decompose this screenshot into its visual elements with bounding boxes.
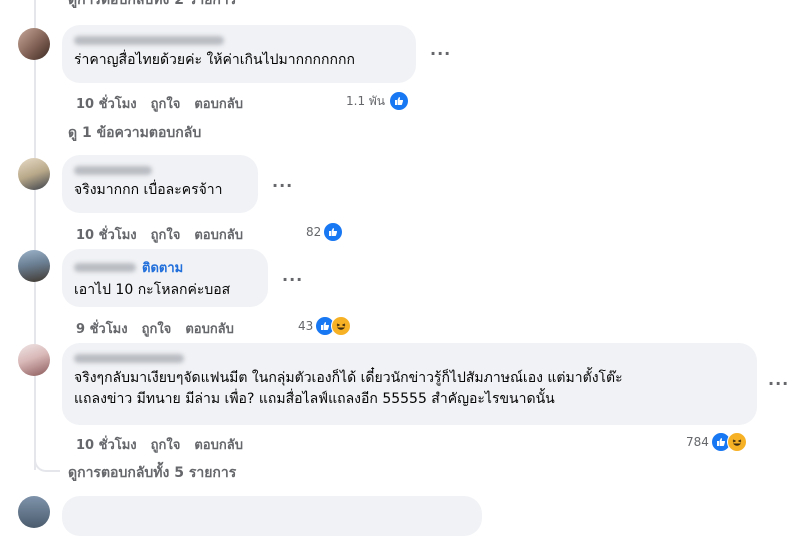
comment-actions: 10 ชั่วโมง ถูกใจ ตอบกลับ [76,93,257,114]
haha-reaction-icon [331,316,352,336]
avatar[interactable] [18,344,50,376]
more-options-icon[interactable]: ··· [768,374,789,393]
avatar[interactable] [18,496,50,528]
reaction-summary[interactable]: 82 [306,222,344,242]
more-options-icon[interactable]: ··· [282,270,303,289]
reply-button[interactable]: ตอบกลับ [194,228,243,243]
like-button[interactable]: ถูกใจ [151,438,181,453]
comment-actions: 10 ชั่วโมง ถูกใจ ตอบกลับ [76,224,257,245]
commenter-name[interactable] [74,263,136,272]
like-button[interactable]: ถูกใจ [142,322,172,337]
commenter-name[interactable] [74,36,224,45]
comment-bubble: จริงๆกลับมาเงียบๆจัดแฟนมีต ในกลุ่มตัวเอง… [62,343,757,425]
commenter-name[interactable] [74,166,152,175]
comment-time[interactable]: 10 ชั่วโมง [76,97,137,112]
like-reaction-icon [323,222,344,242]
reaction-summary[interactable]: 1.1 พัน [346,91,410,111]
view-replies-link[interactable]: ดู 1 ข้อความตอบกลับ [68,122,201,144]
haha-reaction-icon [726,432,747,452]
reaction-count: 43 [298,319,314,333]
comment-bubble: ติดตาม เอาไป 10 กะโหลกค่ะบอส [62,249,268,307]
reaction-count: 1.1 พัน [346,93,386,108]
comment-time[interactable]: 9 ชั่วโมง [76,322,128,337]
comment-actions: 10 ชั่วโมง ถูกใจ ตอบกลับ [76,434,257,455]
more-options-icon[interactable]: ··· [272,176,293,195]
thread-line [34,0,36,470]
comment-text-line-2: แถลงข่าว มีทนาย มีล่าม เพื่อ? แถมสื่อไลฟ… [74,391,555,407]
comment-text: เอาไป 10 กะโหลกค่ะบอส [74,282,231,298]
comment-text: จริงมากกก เบื่อละครจ้าา [74,182,223,198]
view-replies-link[interactable]: ดูการตอบกลับทั้ง 5 รายการ [68,462,236,484]
reaction-count: 784 [686,435,709,449]
reaction-count: 82 [306,225,322,239]
commenter-name[interactable] [74,354,184,363]
comment-text-line-1: จริงๆกลับมาเงียบๆจัดแฟนมีต ในกลุ่มตัวเอง… [74,370,623,386]
comment-bubble: จริงมากกก เบื่อละครจ้าา [62,155,258,213]
view-replies-link[interactable]: ดูการตอบกลับทั้ง 2 รายการ [68,0,236,11]
comment-time[interactable]: 10 ชั่วโมง [76,438,137,453]
avatar[interactable] [18,28,50,60]
like-button[interactable]: ถูกใจ [151,97,181,112]
comment-bubble: ร่าคาญสื่อไทยด้วยค่ะ ให้ค่าเกินไปมากกกกก… [62,25,416,83]
avatar[interactable] [18,158,50,190]
like-button[interactable]: ถูกใจ [151,228,181,243]
follow-link[interactable]: ติดตาม [142,257,183,278]
comment-time[interactable]: 10 ชั่วโมง [76,228,137,243]
comment-text: ร่าคาญสื่อไทยด้วยค่ะ ให้ค่าเกินไปมากกกกก… [74,52,355,68]
reply-button[interactable]: ตอบกลับ [194,97,243,112]
reaction-summary[interactable]: 784 [686,432,747,452]
comment-actions: 9 ชั่วโมง ถูกใจ ตอบกลับ [76,318,248,339]
avatar[interactable] [18,250,50,282]
comment-bubble [62,496,482,536]
more-options-icon[interactable]: ··· [430,44,451,63]
thread-curve [34,452,60,472]
reply-button[interactable]: ตอบกลับ [185,322,234,337]
reaction-summary[interactable]: 43 [298,316,352,336]
like-reaction-icon [389,91,410,111]
reply-button[interactable]: ตอบกลับ [194,438,243,453]
